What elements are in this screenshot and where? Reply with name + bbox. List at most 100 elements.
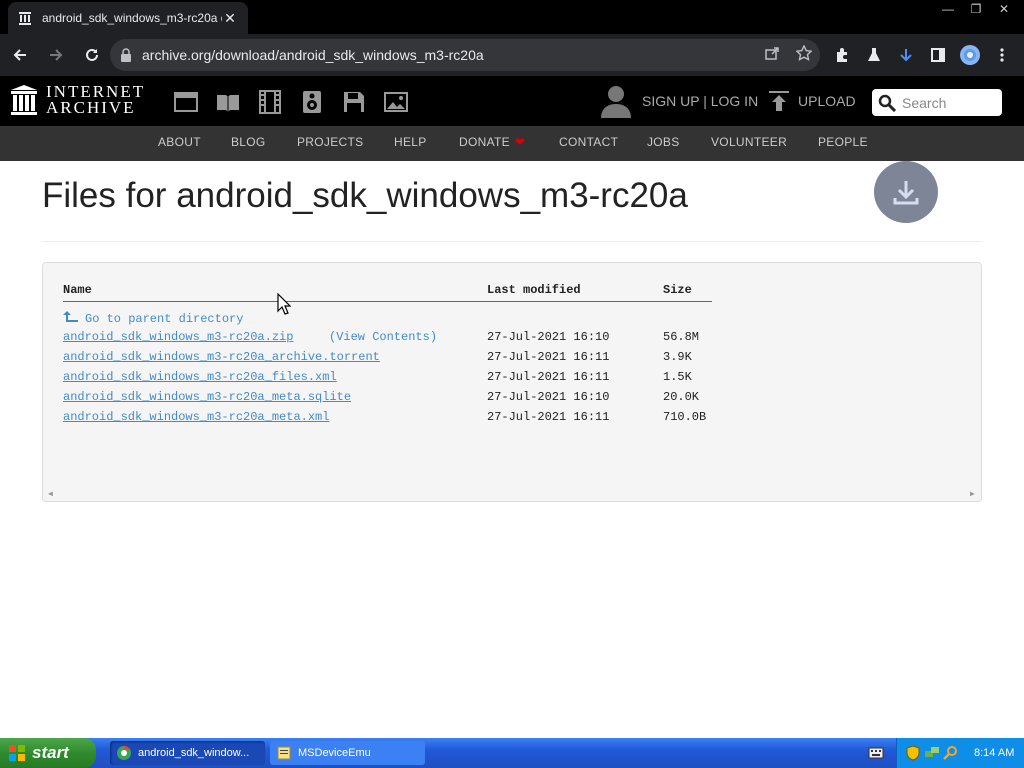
profile-avatar-icon[interactable]: [954, 39, 986, 71]
scroll-right-arrow-icon[interactable]: ▶: [970, 489, 975, 499]
web-icon[interactable]: [165, 89, 207, 115]
upload-arrow-icon: [769, 91, 789, 111]
file-link[interactable]: android_sdk_windows_m3-rc20a_files.xml: [63, 370, 337, 384]
video-film-icon[interactable]: [249, 89, 291, 115]
side-panel-icon[interactable]: [922, 39, 954, 71]
window-restore-button[interactable]: ❐: [962, 0, 990, 18]
file-row: android_sdk_windows_m3-rc20a_meta.xml 27…: [43, 410, 983, 430]
file-modified: 27-Jul-2021 16:11: [487, 350, 610, 364]
file-size: 56.8M: [663, 330, 700, 344]
tab-close-icon[interactable]: ✕: [222, 10, 238, 27]
file-modified: 27-Jul-2021 16:11: [487, 410, 610, 424]
user-avatar-icon: [601, 86, 631, 118]
bookmark-star-icon[interactable]: [788, 44, 820, 65]
column-header-size[interactable]: Size: [663, 283, 692, 297]
forward-arrow-icon: [50, 49, 63, 61]
browser-tab[interactable]: android_sdk_windows_m3-rc20a dir ✕: [8, 2, 248, 34]
file-size: 710.0B: [663, 410, 707, 424]
download-arrow-icon[interactable]: [890, 39, 922, 71]
url-text[interactable]: archive.org/download/android_sdk_windows…: [142, 47, 756, 63]
view-contents-link[interactable]: (View Contents): [329, 330, 437, 344]
address-bar[interactable]: archive.org/download/android_sdk_windows…: [110, 39, 820, 71]
taskbar-item-label: android_sdk_window...: [138, 747, 250, 759]
file-link[interactable]: android_sdk_windows_m3-rc20a.zip: [63, 330, 293, 344]
browser-toolbar: archive.org/download/android_sdk_windows…: [0, 34, 1024, 76]
parent-directory-label: Go to parent directory: [85, 312, 244, 326]
column-header-name[interactable]: Name: [63, 283, 92, 297]
back-arrow-icon: [13, 49, 26, 61]
column-header-modified[interactable]: Last modified: [487, 283, 581, 297]
mouse-cursor-icon: [277, 293, 291, 315]
software-floppy-icon[interactable]: [333, 89, 375, 115]
reload-button[interactable]: [76, 39, 108, 71]
nav-blog[interactable]: BLOG: [231, 135, 266, 149]
taskbar-item-browser[interactable]: android_sdk_window...: [110, 741, 265, 765]
file-modified: 27-Jul-2021 16:11: [487, 370, 610, 384]
share-icon[interactable]: [756, 45, 788, 65]
network-icon[interactable]: [924, 745, 940, 761]
header-divider: [63, 301, 712, 302]
nav-jobs[interactable]: JOBS: [647, 135, 680, 149]
magnifier-icon[interactable]: [943, 745, 959, 761]
file-size: 1.5K: [663, 370, 692, 384]
start-button[interactable]: start: [0, 738, 96, 768]
security-shield-icon[interactable]: [905, 745, 921, 761]
file-size: 20.0K: [663, 390, 700, 404]
ia-header: INTERNET ARCHIVE SIGN UP | LOG IN UPLOAD: [0, 76, 1024, 126]
browser-menu-icon[interactable]: [986, 39, 1018, 71]
windows-taskbar: start android_sdk_window... MSDeviceEmu …: [0, 738, 1024, 768]
forward-button[interactable]: [40, 39, 72, 71]
images-picture-icon[interactable]: [375, 89, 417, 115]
nav-about[interactable]: ABOUT: [158, 135, 201, 149]
parent-directory-row: Go to parent directory: [43, 310, 983, 330]
upload-link[interactable]: UPLOAD: [768, 90, 856, 112]
upload-label: UPLOAD: [798, 93, 856, 109]
ia-nav-bar: ABOUT BLOG PROJECTS HELP DONATE ❤ CONTAC…: [0, 126, 1024, 161]
scroll-left-arrow-icon[interactable]: ◀: [48, 489, 53, 499]
extensions-puzzle-icon[interactable]: [826, 39, 858, 71]
audio-speaker-icon[interactable]: [291, 89, 333, 115]
nav-contact[interactable]: CONTACT: [559, 135, 618, 149]
nav-help[interactable]: HELP: [394, 135, 427, 149]
keyboard-icon[interactable]: [868, 745, 884, 761]
texts-book-icon[interactable]: [207, 89, 249, 115]
system-tray: 8:14 AM: [896, 738, 1024, 768]
signup-login-link[interactable]: SIGN UP | LOG IN: [642, 93, 758, 109]
clock[interactable]: 8:14 AM: [974, 747, 1014, 759]
back-button[interactable]: [4, 39, 36, 71]
ia-logo[interactable]: INTERNET ARCHIVE: [10, 83, 145, 116]
file-link[interactable]: android_sdk_windows_m3-rc20a_meta.xml: [63, 410, 329, 424]
tab-title: android_sdk_windows_m3-rc20a dir: [42, 11, 222, 25]
archive-temple-icon: [11, 85, 37, 115]
nav-projects[interactable]: PROJECTS: [297, 135, 363, 149]
internet-archive-favicon-icon: [18, 11, 32, 25]
taskbar-item-msdeviceemu[interactable]: MSDeviceEmu: [270, 741, 425, 765]
file-link[interactable]: android_sdk_windows_m3-rc20a_archive.tor…: [63, 350, 380, 364]
browser-titlebar: android_sdk_windows_m3-rc20a dir ✕ — ❐ ✕: [0, 0, 1024, 34]
window-close-button[interactable]: ✕: [990, 0, 1018, 18]
window-minimize-button[interactable]: —: [934, 0, 962, 18]
file-link[interactable]: android_sdk_windows_m3-rc20a_meta.sqlite: [63, 390, 351, 404]
lock-icon[interactable]: [120, 48, 134, 62]
title-divider: [42, 241, 982, 242]
folder-app-icon: [277, 746, 291, 760]
nav-donate[interactable]: DONATE ❤: [459, 135, 525, 149]
nav-volunteer[interactable]: VOLUNTEER: [711, 135, 787, 149]
parent-directory-link[interactable]: Go to parent directory: [63, 310, 243, 326]
nav-people[interactable]: PEOPLE: [818, 135, 868, 149]
search-icon[interactable]: [878, 94, 896, 112]
file-modified: 27-Jul-2021 16:10: [487, 390, 610, 404]
file-modified: 27-Jul-2021 16:10: [487, 330, 610, 344]
search-input[interactable]: [902, 94, 998, 111]
heart-icon: ❤: [514, 135, 526, 149]
ia-search-box[interactable]: [872, 89, 1002, 116]
browser-app-icon: [117, 746, 131, 760]
file-row: android_sdk_windows_m3-rc20a_archive.tor…: [43, 350, 983, 370]
file-row: android_sdk_windows_m3-rc20a_meta.sqlite…: [43, 390, 983, 410]
labs-flask-icon[interactable]: [858, 39, 890, 71]
file-row: android_sdk_windows_m3-rc20a.zip (View C…: [43, 330, 983, 350]
download-button[interactable]: [874, 161, 938, 223]
reload-icon: [86, 48, 98, 61]
signup-login-area[interactable]: SIGN UP | LOG IN: [600, 84, 758, 118]
windows-flag-icon: [9, 745, 25, 761]
